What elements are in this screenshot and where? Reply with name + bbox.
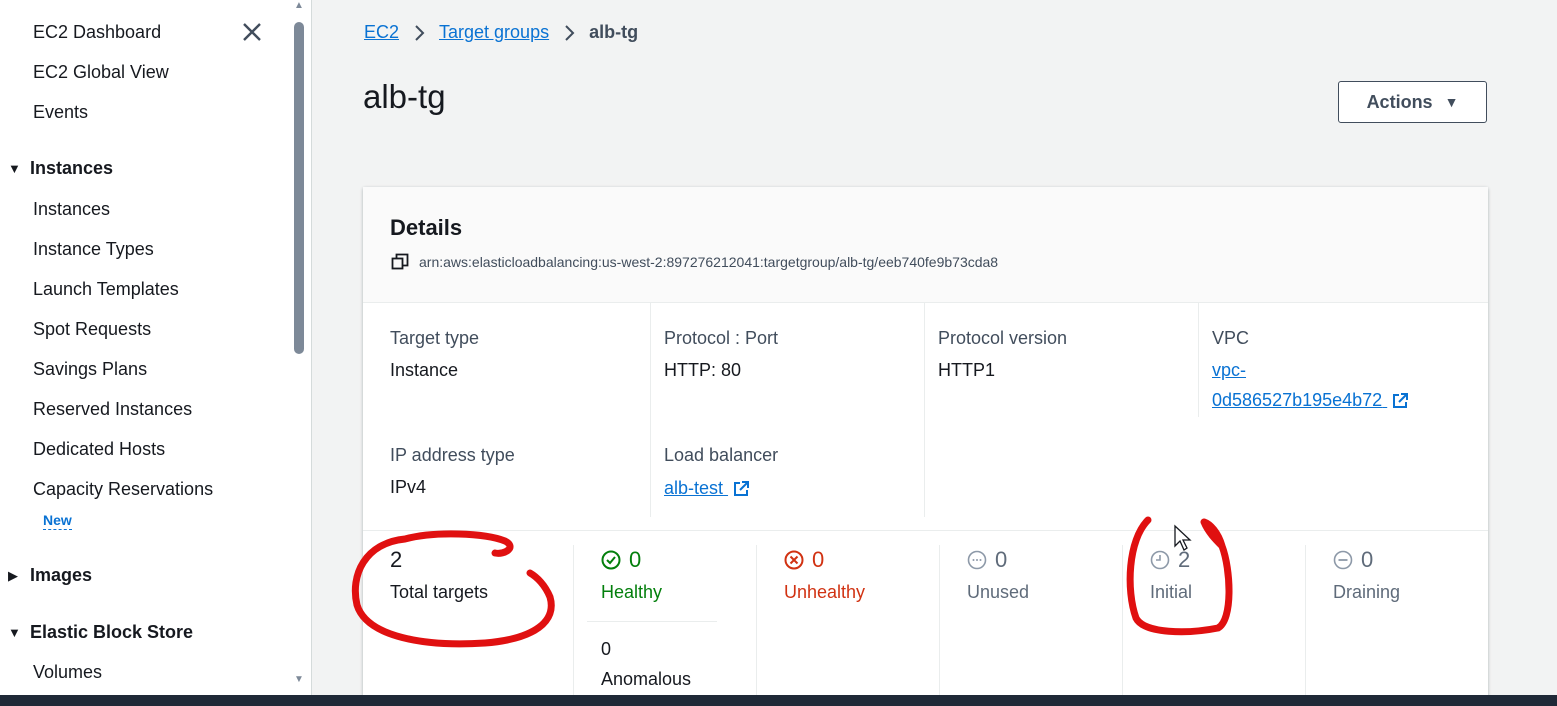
nav-instance-types[interactable]: Instance Types	[33, 239, 154, 260]
chevron-right-icon	[563, 24, 575, 42]
nav-ec2-global-view[interactable]: EC2 Global View	[33, 62, 169, 83]
scroll-down-icon[interactable]: ▼	[294, 674, 304, 685]
vpc-link-line1: vpc-	[1212, 360, 1247, 380]
divider	[363, 530, 1488, 531]
copy-icon[interactable]	[391, 253, 409, 271]
scroll-up-icon[interactable]: ▲	[294, 0, 304, 11]
target-type-label: Target type	[390, 328, 480, 348]
nav-section-label: Elastic Block Store	[30, 622, 194, 642]
dots-circle-icon	[967, 550, 987, 570]
x-circle-icon	[784, 550, 804, 570]
ip-type-label: IP address type	[390, 445, 515, 465]
unused-count-value: 0	[995, 547, 1008, 572]
nav-dedicated-hosts[interactable]: Dedicated Hosts	[33, 439, 165, 460]
nav-section-ebs[interactable]: ▼ Elastic Block Store	[8, 622, 193, 643]
load-balancer-link[interactable]: alb-test	[664, 473, 750, 503]
total-targets-count: 2	[390, 547, 403, 572]
initial-label: Initial	[1150, 582, 1193, 602]
unused-label: Unused	[967, 582, 1030, 602]
details-title: Details	[390, 215, 463, 240]
protocol-version-label: Protocol version	[938, 328, 1068, 348]
protocol-version-value: HTTP1	[938, 360, 996, 380]
breadcrumb: EC2 Target groups alb-tg	[364, 22, 638, 43]
caret-right-icon: ▶	[8, 567, 18, 583]
protocol-port-value: HTTP: 80	[664, 360, 742, 380]
load-balancer-value: alb-test	[664, 478, 724, 498]
divider	[924, 303, 925, 517]
nav-section-label: Images	[30, 565, 93, 585]
new-badge: New	[43, 512, 72, 530]
caret-down-icon: ▼	[8, 625, 21, 640]
nav-section-label: Instances	[30, 158, 114, 178]
divider	[756, 545, 757, 706]
breadcrumb-ec2[interactable]: EC2	[364, 22, 399, 43]
breadcrumb-current: alb-tg	[589, 22, 639, 42]
scroll-thumb[interactable]	[294, 22, 304, 354]
divider	[1122, 545, 1123, 706]
caret-down-icon: ▼	[8, 161, 21, 176]
nav-spot-requests[interactable]: Spot Requests	[33, 319, 151, 340]
caret-down-icon: ▼	[1444, 94, 1459, 110]
external-link-icon	[1393, 393, 1409, 409]
unused-count: 0	[967, 547, 1007, 573]
nav-instances[interactable]: Instances	[33, 199, 110, 220]
external-link-icon	[734, 481, 750, 497]
clock-icon	[1150, 550, 1170, 570]
actions-button[interactable]: Actions ▼	[1338, 81, 1487, 123]
minus-circle-icon	[1333, 550, 1353, 570]
healthy-count: 0	[601, 547, 641, 573]
divider	[573, 545, 574, 706]
vpc-link-line2: 0d586527b195e4b72	[1212, 390, 1383, 410]
healthy-count-value: 0	[629, 547, 642, 572]
nav-volumes[interactable]: Volumes	[33, 662, 102, 683]
close-icon[interactable]	[238, 18, 266, 46]
nav-events[interactable]: Events	[33, 102, 88, 123]
unhealthy-count: 0	[784, 547, 824, 573]
protocol-port-label: Protocol : Port	[664, 328, 779, 348]
details-panel: Details arn:aws:elasticloadbalancing:us-…	[363, 187, 1488, 706]
draining-count-value: 0	[1361, 547, 1374, 572]
taskbar	[0, 695, 1557, 706]
check-circle-icon	[601, 550, 621, 570]
nav-ec2-dashboard[interactable]: EC2 Dashboard	[33, 22, 161, 43]
details-header: Details arn:aws:elasticloadbalancing:us-…	[363, 187, 1488, 303]
vpc-link[interactable]: vpc- 0d586527b195e4b72	[1212, 355, 1409, 415]
load-balancer-label: Load balancer	[664, 445, 779, 465]
arn-text: arn:aws:elasticloadbalancing:us-west-2:8…	[419, 254, 999, 270]
arn-row: arn:aws:elasticloadbalancing:us-west-2:8…	[391, 253, 998, 271]
healthy-label: Healthy	[601, 582, 663, 602]
divider	[1305, 545, 1306, 706]
nav-section-instances[interactable]: ▼ Instances	[8, 158, 113, 179]
nav-reserved-instances[interactable]: Reserved Instances	[33, 399, 192, 420]
divider	[1198, 303, 1199, 417]
unhealthy-label: Unhealthy	[784, 582, 866, 602]
page-title: alb-tg	[363, 78, 446, 115]
breadcrumb-target-groups[interactable]: Target groups	[439, 22, 549, 43]
nav-section-images[interactable]: ▶ Images	[8, 565, 92, 586]
chevron-right-icon	[413, 24, 425, 42]
divider	[587, 621, 717, 622]
draining-count: 0	[1333, 547, 1373, 573]
sidebar-scrollbar[interactable]: ▲ ▼	[290, 0, 310, 695]
ip-type-value: IPv4	[390, 477, 427, 497]
draining-label: Draining	[1333, 582, 1401, 602]
vpc-label: VPC	[1212, 328, 1250, 348]
navigation-sidebar: EC2 Dashboard EC2 Global View Events ▼ I…	[0, 0, 312, 695]
divider	[939, 545, 940, 706]
initial-count-value: 2	[1178, 547, 1191, 572]
anomalous-label: Anomalous	[601, 669, 692, 689]
nav-launch-templates[interactable]: Launch Templates	[33, 279, 179, 300]
total-targets-label: Total targets	[390, 582, 489, 602]
target-type-value: Instance	[390, 360, 459, 380]
initial-count: 2	[1150, 547, 1190, 573]
anomalous-count: 0	[601, 639, 612, 659]
divider	[650, 303, 651, 517]
actions-label: Actions	[1366, 91, 1433, 112]
nav-capacity-reservations[interactable]: Capacity Reservations	[33, 479, 213, 500]
nav-savings-plans[interactable]: Savings Plans	[33, 359, 147, 380]
unhealthy-count-value: 0	[812, 547, 825, 572]
